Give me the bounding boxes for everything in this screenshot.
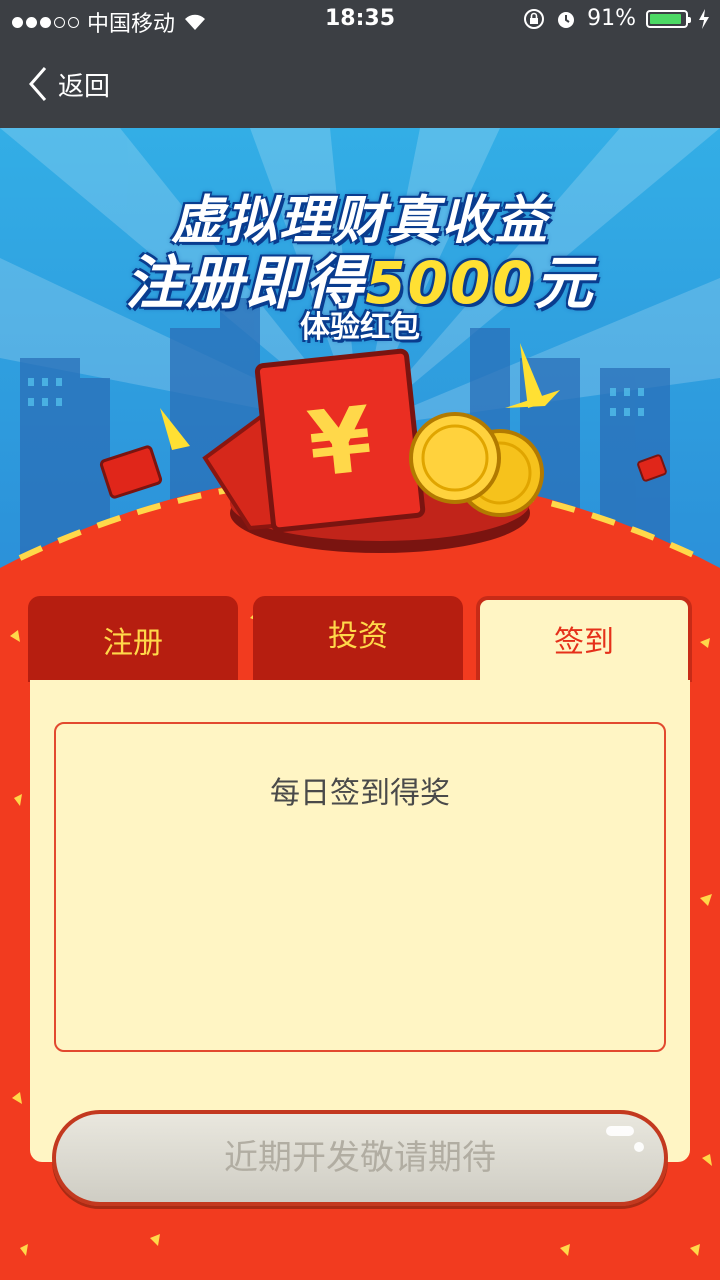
alarm-icon: [558, 11, 575, 28]
svg-text:¥: ¥: [304, 387, 377, 498]
hero-banner: ¥ 虚拟理财真收益 注册即得5000元 体验红包: [0, 128, 720, 598]
back-button[interactable]: 返回: [0, 56, 110, 112]
back-label: 返回: [58, 71, 111, 102]
checkin-content-box: 每日签到得奖: [54, 722, 666, 1052]
battery-percent: 91%: [587, 6, 636, 31]
tab-invest[interactable]: 投资: [253, 596, 463, 682]
tab-checkin[interactable]: 签到: [476, 596, 692, 682]
button-shine-dot: [634, 1142, 644, 1152]
status-bar: 中国移动 18:35 91%: [0, 0, 720, 40]
battery-icon: [646, 9, 691, 28]
checkin-title: 每日签到得奖: [270, 776, 450, 811]
coming-soon-label: 近期开发敬请期待: [224, 1138, 496, 1178]
tab-bar: 注册 投资 签到: [28, 596, 692, 682]
chevron-left-icon: [29, 67, 47, 101]
charging-bolt-icon: [699, 8, 709, 29]
status-right: 91%: [523, 6, 710, 31]
top-bar: 中国移动 18:35 91% 返回: [0, 0, 720, 128]
button-shine: [606, 1126, 634, 1136]
orientation-lock-icon: [524, 8, 545, 29]
coming-soon-button[interactable]: 近期开发敬请期待: [52, 1110, 668, 1206]
hero-line3: 体验红包: [300, 310, 420, 345]
tab-register[interactable]: 注册: [28, 596, 238, 682]
